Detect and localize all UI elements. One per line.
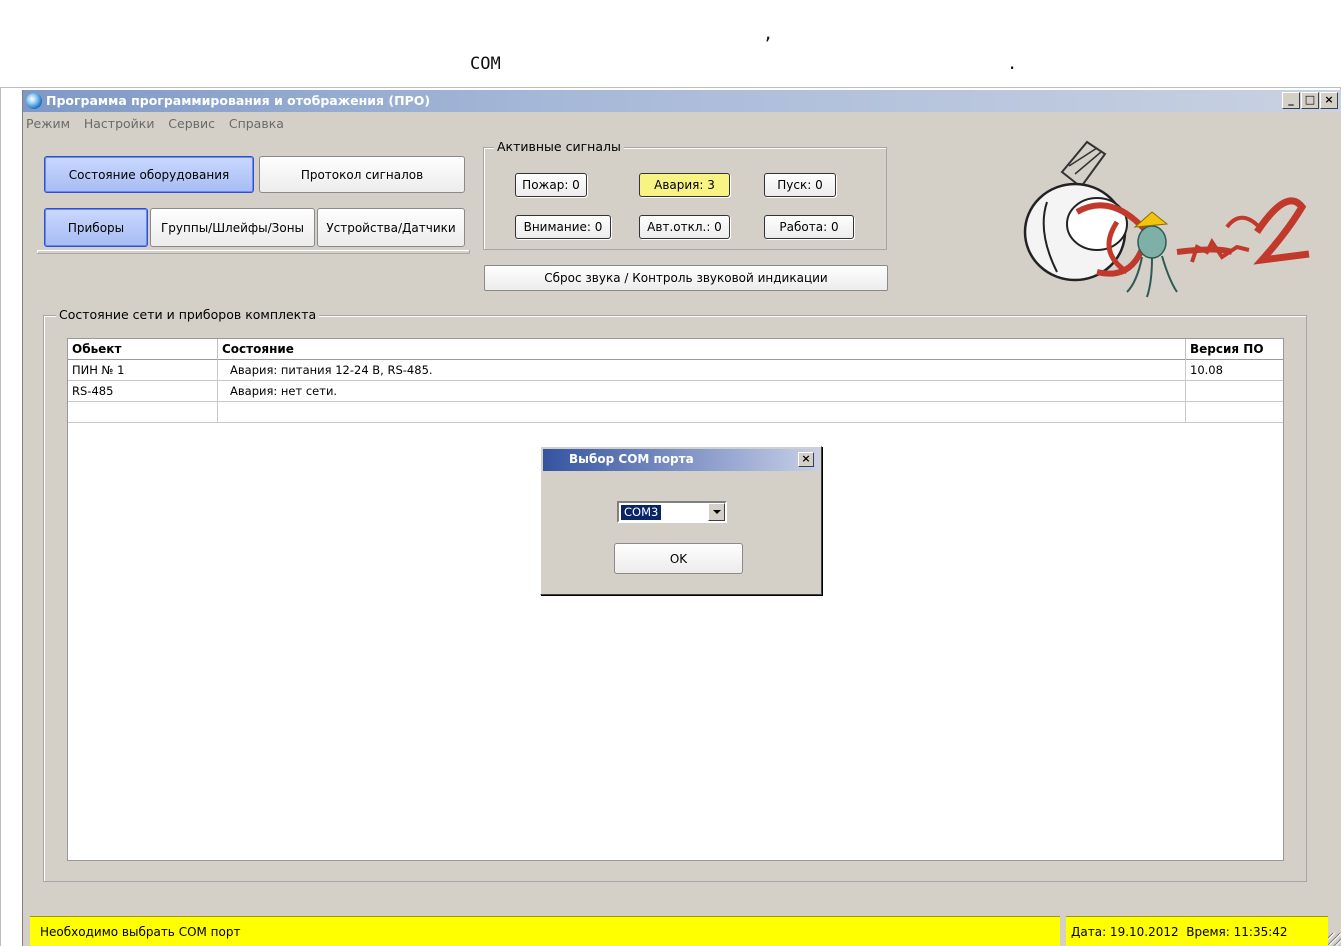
menu-mode[interactable]: Режим (26, 116, 70, 131)
cell-version (1186, 402, 1285, 422)
cell-object (68, 402, 218, 422)
selected-port: COM3 (619, 504, 663, 521)
window-title: Программа программирования и отображения… (46, 93, 431, 108)
close-button[interactable]: × (1320, 92, 1338, 109)
cell-version: 10.08 (1190, 363, 1223, 377)
start-counter-button[interactable]: Пуск: 0 (764, 173, 836, 197)
cell-version (1186, 381, 1285, 401)
table-row[interactable]: RS-485 Авария: нет сети. (68, 381, 1283, 402)
column-version[interactable]: Версия ПО (1186, 339, 1285, 360)
caption-line-1: , (763, 24, 774, 44)
cell-state: Авария: нет сети. (218, 381, 1186, 401)
menu-settings[interactable]: Настройки (84, 116, 155, 131)
fire-counter-button[interactable]: Пожар: 0 (515, 173, 587, 197)
reset-sound-button[interactable]: Сброс звука / Контроль звуковой индикаци… (484, 265, 888, 291)
maximize-button[interactable]: □ (1301, 92, 1319, 109)
tab-devices-sensors[interactable]: Устройства/Датчики (317, 208, 465, 247)
cell-object: RS-485 (68, 381, 218, 401)
column-state[interactable]: Состояние (218, 339, 1186, 360)
document-caption: , COM . (0, 0, 1341, 88)
resize-grip-icon[interactable] (1328, 933, 1341, 946)
table-row[interactable] (68, 402, 1283, 423)
work-counter-button[interactable]: Работа: 0 (764, 215, 854, 239)
cell-object: ПИН № 1 (68, 360, 218, 380)
app-window: Программа программирования и отображения… (22, 90, 1341, 946)
sprut-logo (1017, 132, 1312, 300)
tab-devices[interactable]: Приборы (44, 208, 148, 247)
title-bar[interactable]: Программа программирования и отображения… (23, 90, 1341, 112)
column-object[interactable]: Обьект (68, 339, 218, 360)
caption-line-2-left: COM (470, 54, 501, 74)
signal-protocol-button[interactable]: Протокол сигналов (259, 156, 465, 193)
tab-groups-loops-zones[interactable]: Группы/Шлейфы/Зоны (150, 208, 315, 247)
sprut-logo-image (1023, 140, 1310, 298)
caption-line-2-right: . (1007, 54, 1018, 74)
menu-service[interactable]: Сервис (168, 116, 215, 131)
attention-counter-button[interactable]: Внимание: 0 (515, 215, 611, 239)
status-message: Необходимо выбрать COM порт (30, 916, 1060, 946)
menu-help[interactable]: Справка (229, 116, 284, 131)
nav-panel-border (37, 250, 470, 254)
app-icon (26, 93, 42, 109)
chevron-down-icon[interactable] (708, 503, 725, 521)
ok-button[interactable]: OK (614, 543, 743, 574)
dialog-close-button[interactable]: × (798, 452, 814, 467)
table-row[interactable]: ПИН № 1 Авария: питания 12-24 В, RS-485.… (68, 360, 1283, 381)
menu-bar: Режим Настройки Сервис Справка (23, 116, 291, 134)
active-signals-legend: Активные сигналы (494, 139, 624, 154)
dialog-title: Выбор COM порта (569, 452, 694, 466)
cell-state (218, 402, 1186, 422)
com-port-select[interactable]: COM3 (617, 501, 727, 523)
equipment-state-button[interactable]: Состояние оборудования (44, 156, 254, 193)
cell-state: Авария: питания 12-24 В, RS-485. (218, 360, 1186, 380)
minimize-button[interactable]: _ (1282, 92, 1300, 109)
network-table: Обьект Состояние Версия ПО ПИН № 1 Авари… (67, 338, 1284, 861)
dialog-title-bar[interactable]: Выбор COM порта × (543, 449, 819, 471)
alarm-counter-button[interactable]: Авария: 3 (639, 173, 730, 197)
status-datetime: Дата: 19.10.2012 Время: 11:35:42 (1066, 916, 1328, 946)
datetime-text: Дата: 19.10.2012 Время: 11:35:42 (1071, 925, 1288, 939)
network-state-legend: Состояние сети и приборов комплекта (56, 307, 320, 322)
table-header: Обьект Состояние Версия ПО (68, 339, 1283, 360)
com-port-dialog: Выбор COM порта × COM3 OK (540, 446, 822, 595)
auto-off-counter-button[interactable]: Авт.откл.: 0 (639, 215, 730, 239)
